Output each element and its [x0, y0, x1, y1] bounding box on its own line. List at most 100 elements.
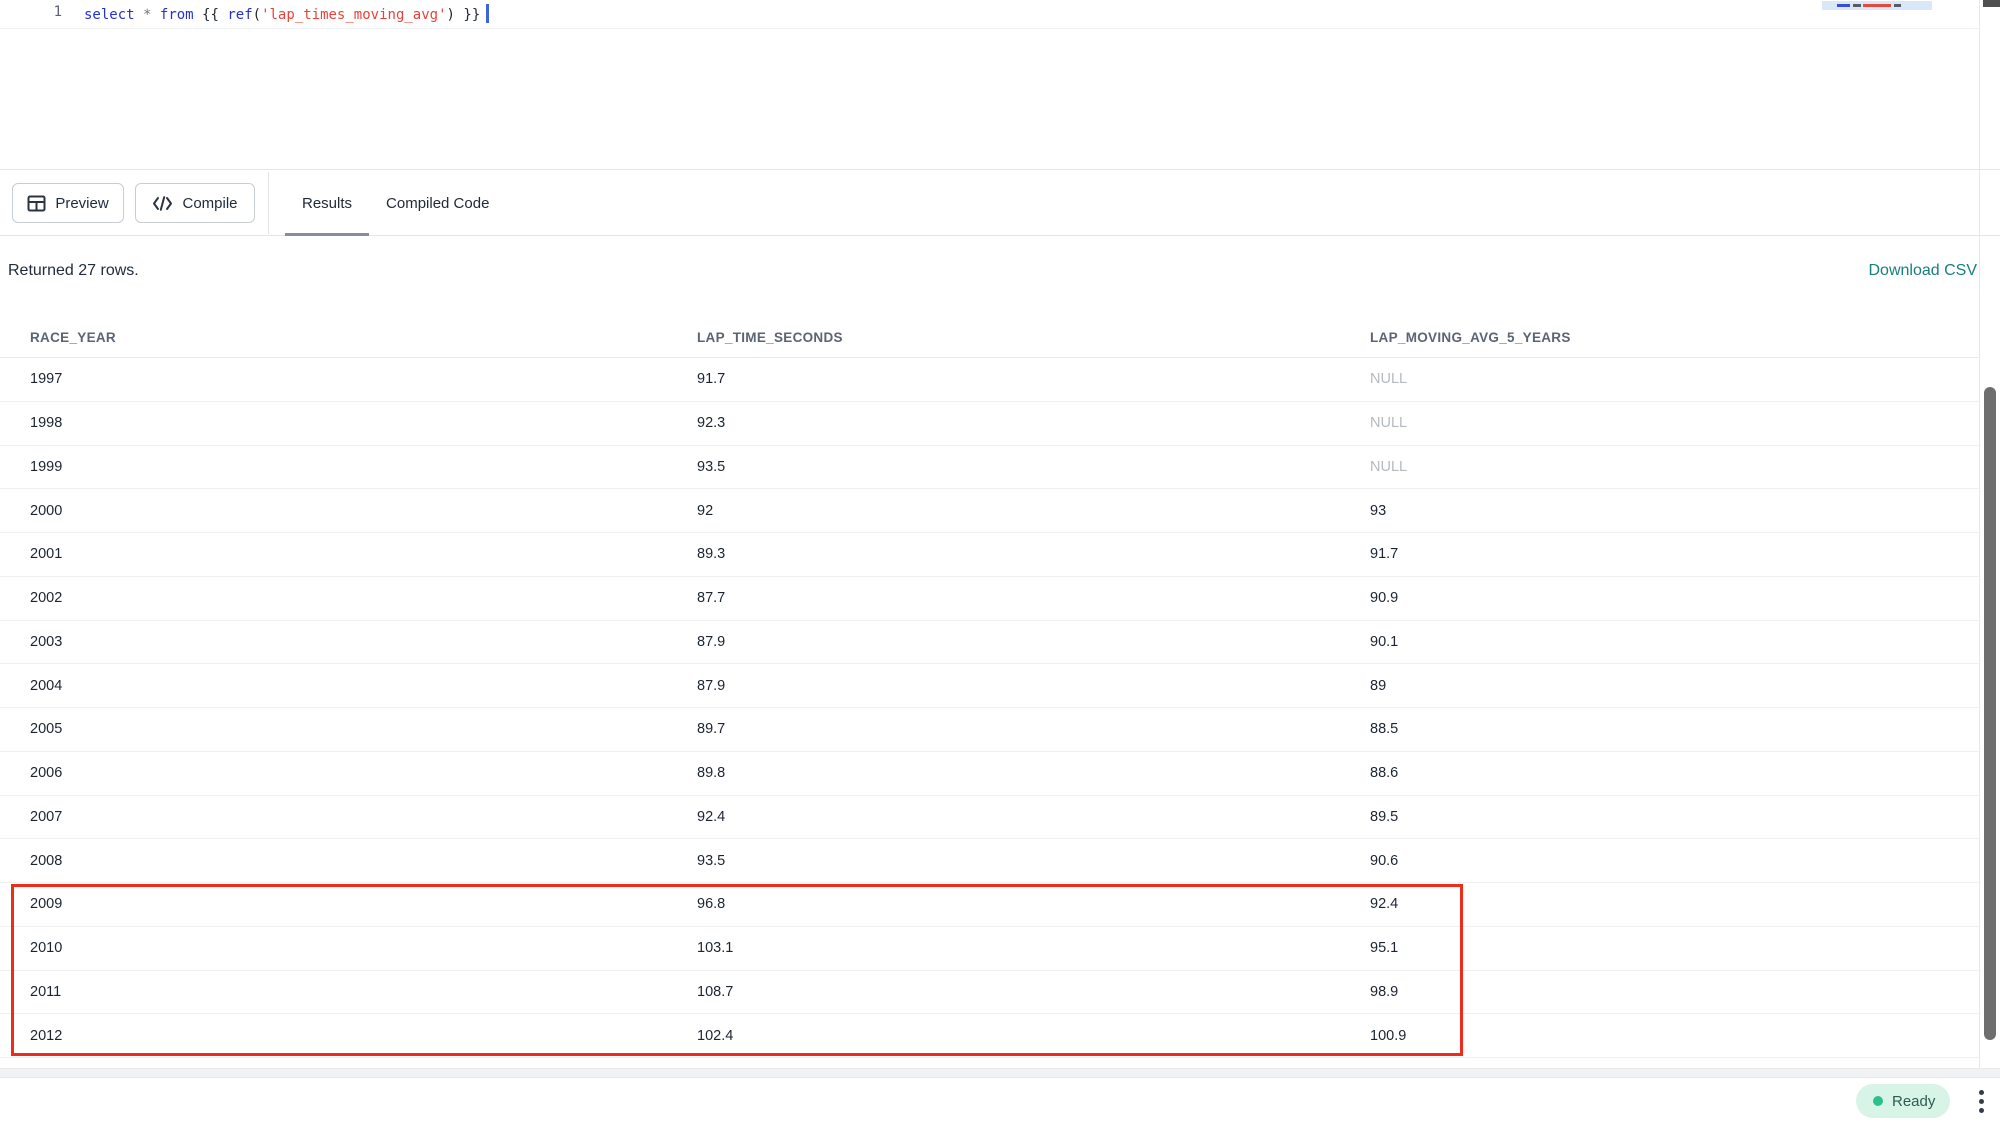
minimap-code-mark	[1837, 4, 1850, 7]
table-cell: 89.3	[697, 546, 1370, 562]
preview-button[interactable]: Preview	[12, 183, 124, 223]
table-cell: 102.4	[697, 1028, 1370, 1044]
code-brackets-icon	[152, 195, 173, 212]
table-cell: 98.9	[1370, 984, 1979, 1000]
editor-minimap[interactable]	[1822, 1, 1932, 10]
code-token-plain	[194, 7, 202, 23]
table-row: 200893.590.6	[0, 839, 1979, 883]
table-cell: 2002	[30, 590, 697, 606]
results-toolbar: Preview Compile Results Compiled Code	[0, 169, 2000, 236]
table-row: 200589.788.5	[0, 708, 1979, 752]
table-cell: 2007	[30, 809, 697, 825]
minimap-code-mark	[1853, 4, 1861, 7]
code-token-brace: (	[253, 7, 261, 23]
table-cell: 2009	[30, 896, 697, 912]
table-cell: 2005	[30, 721, 697, 737]
table-row: 200189.391.7	[0, 533, 1979, 577]
code-token-brace: }}	[463, 7, 480, 23]
table-header-row: RACE_YEAR LAP_TIME_SECONDS LAP_MOVING_AV…	[0, 318, 1979, 358]
table-cell: 92	[697, 503, 1370, 519]
table-cell: 92.3	[697, 415, 1370, 431]
table-row: 2012102.4100.9	[0, 1014, 1979, 1058]
ready-status-label: Ready	[1892, 1093, 1935, 1110]
table-row: 200689.888.6	[0, 752, 1979, 796]
kebab-dot-icon	[1979, 1099, 1984, 1104]
results-tabs: Results Compiled Code	[285, 170, 506, 236]
table-cell: 2004	[30, 678, 697, 694]
table-row: 2011108.798.9	[0, 971, 1979, 1015]
download-csv-link[interactable]: Download CSV	[1869, 262, 1978, 280]
table-cell: 2001	[30, 546, 697, 562]
table-cell: NULL	[1370, 415, 1979, 431]
table-row: 200287.790.9	[0, 577, 1979, 621]
editor-scrollbar-thumb[interactable]	[1983, 0, 2000, 7]
code-token-plain	[135, 7, 143, 23]
code-token-brace: {{	[202, 7, 219, 23]
table-cell: 2008	[30, 853, 697, 869]
current-line-row[interactable]: 1 select * from {{ ref('lap_times_moving…	[0, 0, 1980, 29]
table-row: 199791.7NULL	[0, 358, 1979, 402]
code-editor[interactable]: 1 select * from {{ ref('lap_times_moving…	[0, 0, 2000, 169]
table-cell: 89.7	[697, 721, 1370, 737]
table-cell: 2011	[30, 984, 697, 1000]
table-cell: 2006	[30, 765, 697, 781]
code-token-brace: )	[447, 7, 455, 23]
table-cell: 87.9	[697, 678, 1370, 694]
table-cell: 108.7	[697, 984, 1370, 1000]
table-cell: 89	[1370, 678, 1979, 694]
table-body: 199791.7NULL199892.3NULL199993.5NULL2000…	[0, 358, 1979, 1058]
toolbar-divider	[268, 172, 269, 234]
tab-results-label: Results	[302, 195, 352, 212]
table-cell: 87.9	[697, 634, 1370, 650]
table-cell: 93.5	[697, 853, 1370, 869]
tab-compiled-code-label: Compiled Code	[386, 195, 489, 212]
table-cell: 100.9	[1370, 1028, 1979, 1044]
code-token-keyword: from	[160, 7, 194, 23]
table-scrollbar-thumb[interactable]	[1984, 387, 1996, 1040]
table-cell: 1999	[30, 459, 697, 475]
table-row: 199892.3NULL	[0, 402, 1979, 446]
code-token-plain	[151, 7, 159, 23]
table-row: 20009293	[0, 489, 1979, 533]
table-cell: 91.7	[1370, 546, 1979, 562]
table-cell: 93.5	[697, 459, 1370, 475]
table-row: 200996.892.4	[0, 883, 1979, 927]
status-bar: Ready	[0, 1078, 2000, 1124]
dbt-ide-app: 1 select * from {{ ref('lap_times_moving…	[0, 0, 2000, 1124]
table-cell: 96.8	[697, 896, 1370, 912]
preview-button-label: Preview	[55, 195, 108, 212]
kebab-dot-icon	[1979, 1108, 1984, 1113]
table-cell: NULL	[1370, 459, 1979, 475]
results-meta-row: Returned 27 rows. Download CSV	[0, 236, 2000, 306]
horizontal-scrollbar-track[interactable]	[0, 1068, 2000, 1078]
table-cell: 1997	[30, 371, 697, 387]
table-row: 200487.989	[0, 664, 1979, 708]
tab-results[interactable]: Results	[285, 170, 369, 236]
table-cell: 2000	[30, 503, 697, 519]
tab-compiled-code[interactable]: Compiled Code	[369, 170, 506, 236]
code-token-string: 'lap_times_moving_avg'	[261, 7, 446, 23]
vertical-scrollbar-track	[1979, 0, 1980, 1068]
table-cell: 91.7	[697, 371, 1370, 387]
ready-status-badge[interactable]: Ready	[1856, 1084, 1950, 1118]
table-cell: 90.6	[1370, 853, 1979, 869]
kebab-menu-button[interactable]	[1968, 1084, 1994, 1118]
table-cell: NULL	[1370, 371, 1979, 387]
table-cell: 2003	[30, 634, 697, 650]
table-cell: 89.8	[697, 765, 1370, 781]
table-cell: 1998	[30, 415, 697, 431]
table-cell: 2010	[30, 940, 697, 956]
compile-button[interactable]: Compile	[135, 183, 255, 223]
table-cell: 92.4	[1370, 896, 1979, 912]
table-grid-icon	[27, 194, 46, 213]
table-cell: 87.7	[697, 590, 1370, 606]
code-token-keyword: select	[84, 7, 135, 23]
table-row: 200387.990.1	[0, 621, 1979, 665]
code-line[interactable]: select * from {{ ref('lap_times_moving_a…	[84, 4, 489, 25]
table-row: 2010103.195.1	[0, 927, 1979, 971]
line-number: 1	[0, 4, 62, 20]
column-header-lap-time-seconds: LAP_TIME_SECONDS	[697, 330, 1370, 345]
kebab-dot-icon	[1979, 1090, 1984, 1095]
table-cell: 88.6	[1370, 765, 1979, 781]
table-cell: 90.9	[1370, 590, 1979, 606]
